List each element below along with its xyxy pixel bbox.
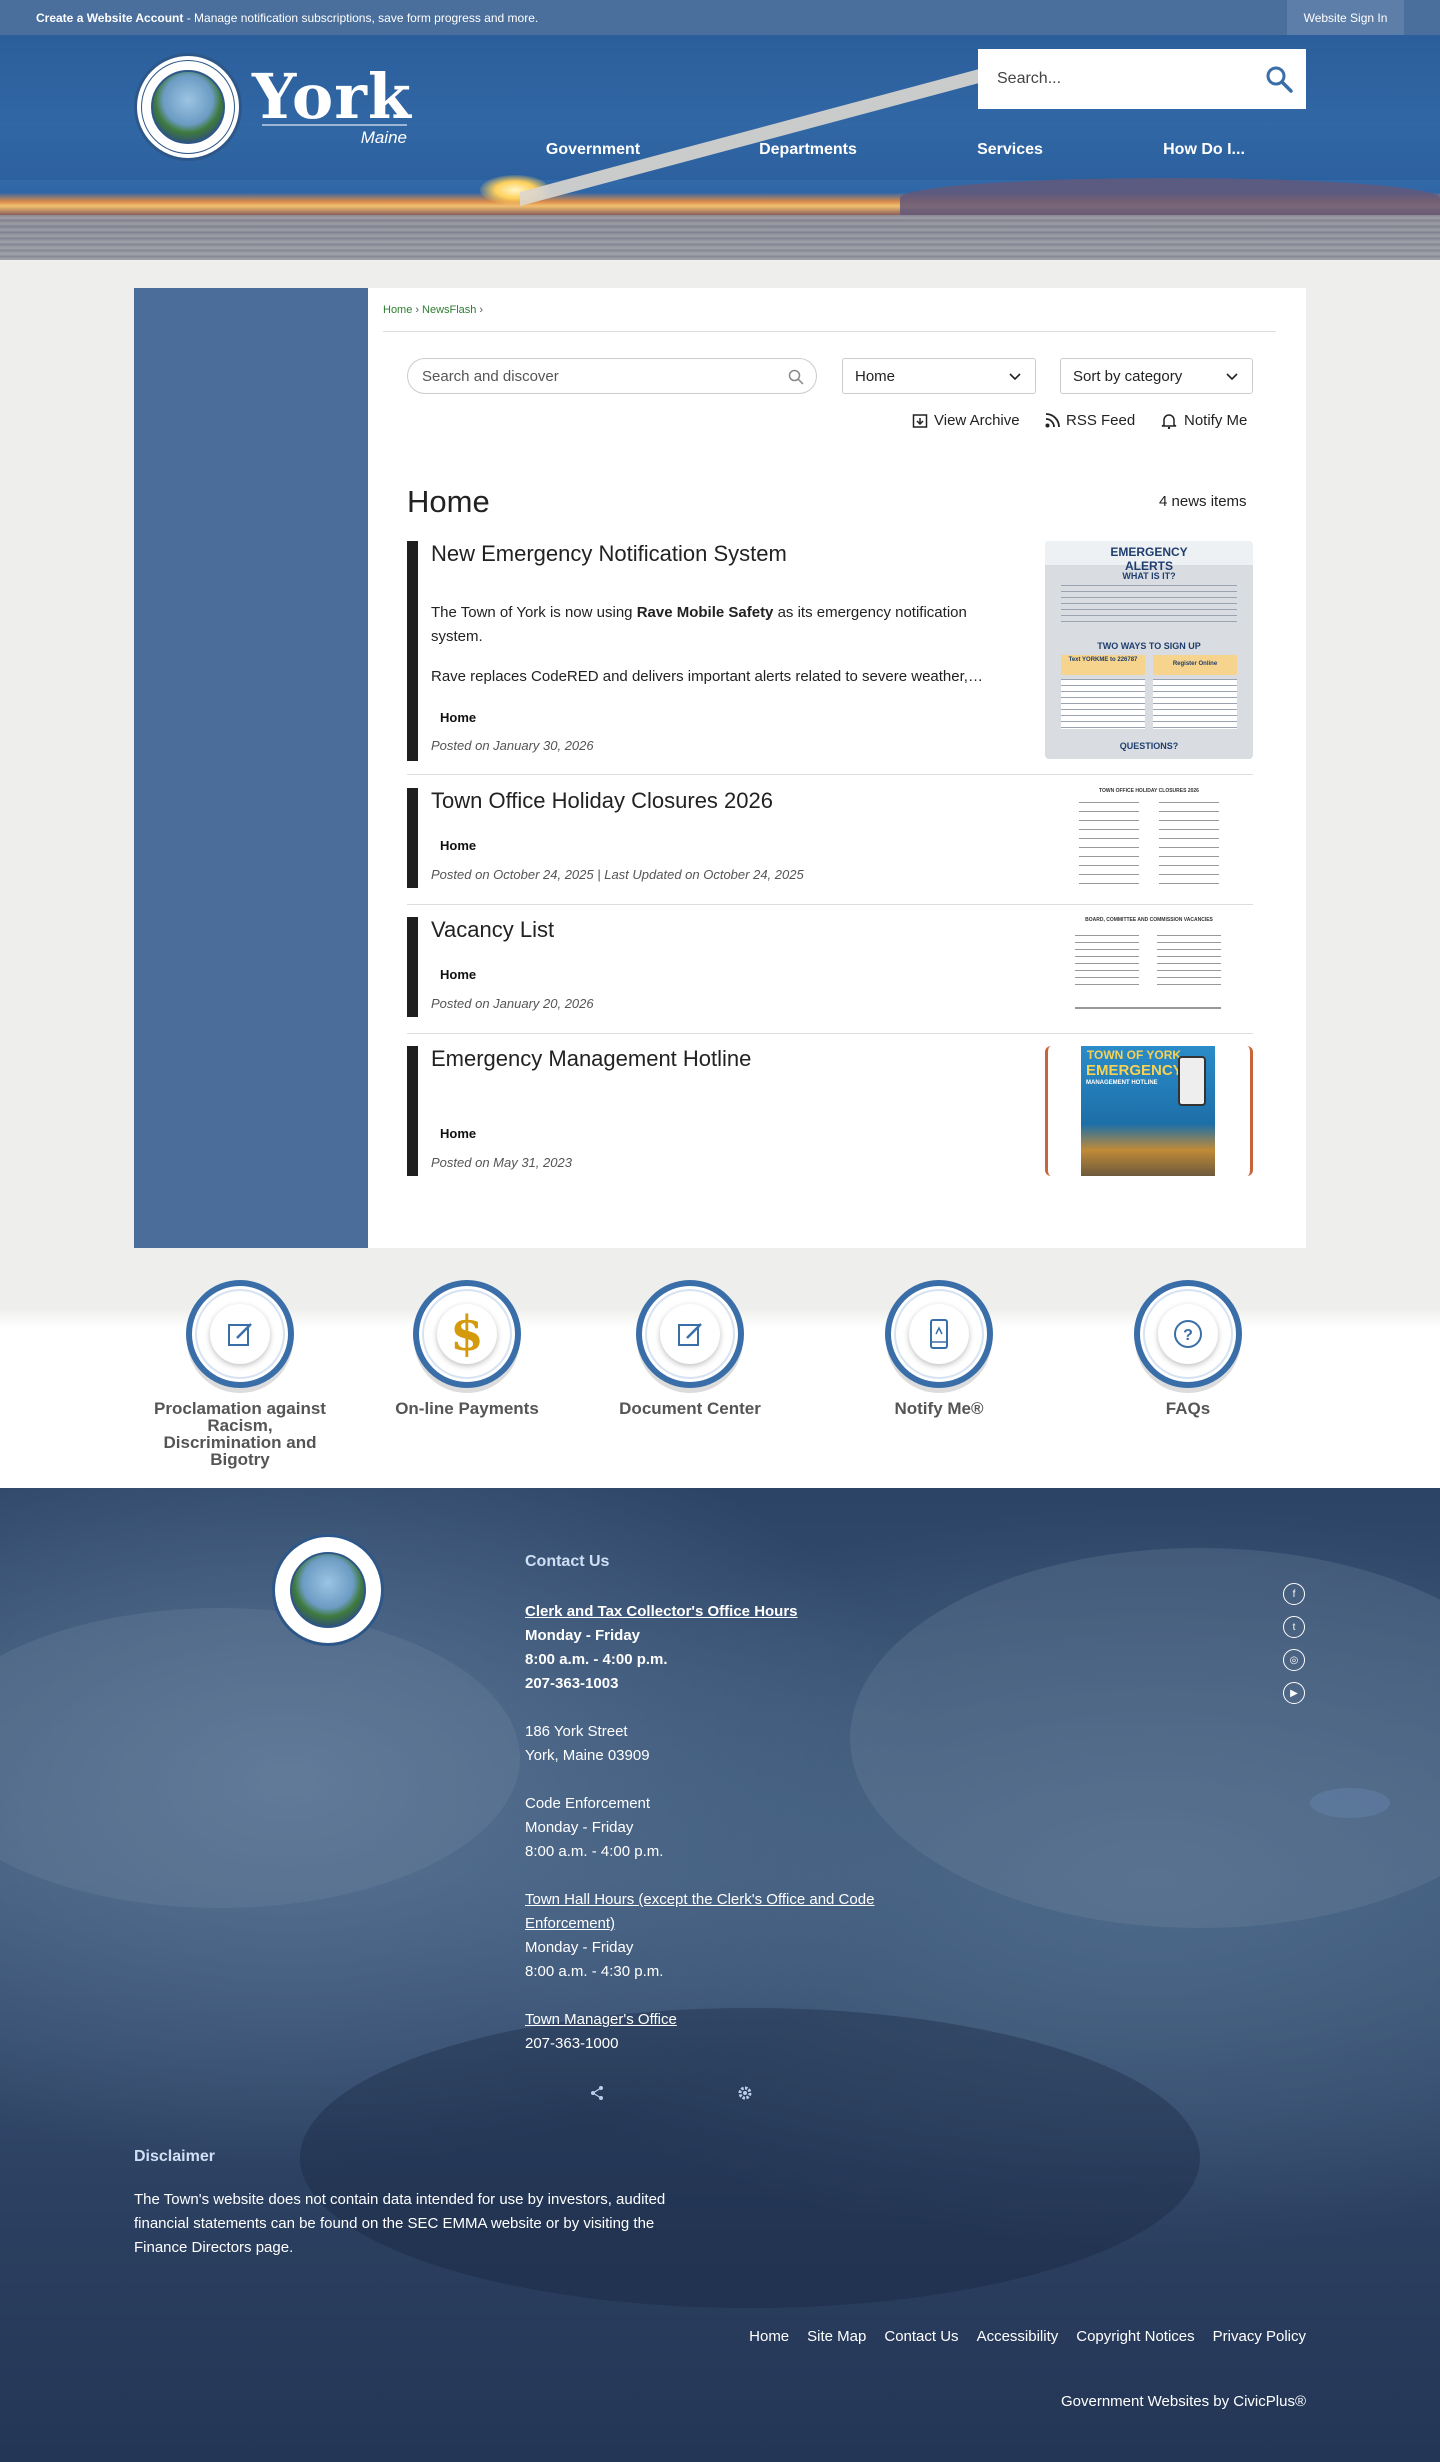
- quick-links: Proclamation against Racism, Discriminat…: [0, 1248, 1440, 1488]
- question-icon: ?: [1174, 1320, 1202, 1348]
- archive-icon: [912, 413, 928, 428]
- news-item: Town Office Holiday Closures 2026 Home P…: [407, 788, 1253, 905]
- quicklink-document-center[interactable]: Document Center: [600, 1280, 780, 1417]
- logo-title: York: [252, 60, 412, 133]
- view-archive-link[interactable]: View Archive: [912, 412, 1020, 429]
- footer-links: Home Site Map Contact Us Accessibility C…: [749, 2328, 1306, 2345]
- nav-how-do-i[interactable]: How Do I...: [1163, 141, 1245, 159]
- news-item: Emergency Management Hotline Home Posted…: [407, 1046, 1253, 1176]
- footer-link-home[interactable]: Home: [749, 2328, 789, 2345]
- quicklink-notify-me[interactable]: Notify Me®: [849, 1280, 1029, 1417]
- footer-link-privacy[interactable]: Privacy Policy: [1213, 2328, 1306, 2345]
- phone-icon: [930, 1319, 948, 1349]
- news-thumbnail[interactable]: EMERGENCY ALERTS WHAT IS IT? TWO WAYS TO…: [1045, 541, 1253, 759]
- create-account-message[interactable]: Create a Website Account - Manage notifi…: [36, 11, 538, 25]
- edit-icon: [678, 1323, 702, 1346]
- news-title[interactable]: Emergency Management Hotline: [431, 1046, 751, 1072]
- news-title[interactable]: New Emergency Notification System: [431, 541, 787, 567]
- civicplus-credit[interactable]: Government Websites by CivicPlus®: [1061, 2393, 1306, 2410]
- town-hall-hours-link[interactable]: Town Hall Hours (except the Clerk's Offi…: [525, 1888, 945, 1936]
- town-manager-link[interactable]: Town Manager's Office: [525, 2008, 945, 2032]
- svg-text:?: ?: [1183, 1327, 1193, 1344]
- chevron-down-icon: [1009, 373, 1021, 381]
- discover-search-input[interactable]: Search and discover: [407, 358, 817, 394]
- left-sidebar: [134, 288, 368, 1248]
- contact-us-block: Contact Us Clerk and Tax Collector's Off…: [525, 1550, 945, 2056]
- footer-link-contact-us[interactable]: Contact Us: [884, 2328, 958, 2345]
- top-account-bar: Create a Website Account - Manage notifi…: [0, 0, 1440, 35]
- youtube-icon[interactable]: ▶: [1283, 1682, 1305, 1704]
- news-category[interactable]: Home: [440, 967, 476, 982]
- news-summary: The Town of York is now using Rave Mobil…: [431, 604, 967, 645]
- clerk-hours-link[interactable]: Clerk and Tax Collector's Office Hours: [525, 1600, 945, 1624]
- site-search-input[interactable]: Search...: [978, 49, 1306, 109]
- news-thumbnail[interactable]: TOWN OF YORK EMERGENCY MANAGEMENT HOTLIN…: [1045, 1046, 1253, 1176]
- breadcrumb-home[interactable]: Home: [383, 304, 412, 316]
- main-navigation: Government Departments Services How Do I…: [0, 131, 1440, 171]
- footer-link-site-map[interactable]: Site Map: [807, 2328, 866, 2345]
- quicklink-online-payments[interactable]: $ On-line Payments: [377, 1280, 557, 1417]
- news-category[interactable]: Home: [440, 838, 476, 853]
- disclaimer-text: The Town's website does not contain data…: [134, 2191, 666, 2256]
- gear-icon[interactable]: [737, 2085, 753, 2101]
- news-posted-date: Posted on May 31, 2023: [431, 1155, 572, 1170]
- share-icon[interactable]: [589, 2085, 605, 2101]
- rss-icon: [1045, 413, 1060, 428]
- site-footer: Contact Us Clerk and Tax Collector's Off…: [0, 1488, 1440, 2462]
- news-title[interactable]: Town Office Holiday Closures 2026: [431, 788, 773, 814]
- nav-services[interactable]: Services: [977, 141, 1043, 159]
- news-posted-date: Posted on January 30, 2026: [431, 738, 594, 753]
- disclaimer-heading: Disclaimer: [134, 2148, 215, 2165]
- dollar-icon: $: [437, 1304, 497, 1364]
- news-posted-date: Posted on January 20, 2026: [431, 996, 594, 1011]
- quicklink-faqs[interactable]: ? FAQs: [1098, 1280, 1278, 1417]
- instagram-icon[interactable]: ◎: [1283, 1649, 1305, 1671]
- notify-me-link[interactable]: Notify Me: [1160, 412, 1247, 429]
- news-item: Vacancy List Home Posted on January 20, …: [407, 917, 1253, 1034]
- news-thumbnail[interactable]: TOWN OFFICE HOLIDAY CLOSURES 2026: [1045, 788, 1253, 888]
- footer-town-seal-icon: [272, 1534, 384, 1646]
- facebook-icon[interactable]: f: [1283, 1583, 1305, 1605]
- sort-select[interactable]: Sort by category: [1060, 358, 1253, 394]
- section-title: Home: [407, 484, 490, 519]
- news-summary-2: Rave replaces CodeRED and delivers impor…: [431, 668, 983, 685]
- chevron-down-icon: [1226, 373, 1238, 381]
- quicklink-proclamation[interactable]: Proclamation against Racism, Discriminat…: [150, 1280, 330, 1468]
- news-count: 4 news items: [1159, 493, 1247, 510]
- news-category[interactable]: Home: [440, 710, 476, 725]
- news-posted-date: Posted on October 24, 2025 | Last Update…: [431, 867, 804, 882]
- website-sign-in-button[interactable]: Website Sign In: [1287, 0, 1404, 35]
- nav-departments[interactable]: Departments: [759, 141, 857, 159]
- nav-government[interactable]: Government: [546, 141, 640, 159]
- search-icon[interactable]: [788, 369, 804, 385]
- footer-link-accessibility[interactable]: Accessibility: [977, 2328, 1059, 2345]
- rss-feed-link[interactable]: RSS Feed: [1045, 412, 1135, 429]
- edit-icon: [228, 1323, 252, 1346]
- bell-icon: [1161, 413, 1177, 429]
- search-icon[interactable]: [1264, 64, 1294, 94]
- breadcrumb-newsflash[interactable]: NewsFlash: [422, 304, 476, 316]
- main-content: Home › NewsFlash › Search and discover Home…: [134, 288, 1306, 1248]
- category-select[interactable]: Home: [842, 358, 1036, 394]
- breadcrumb: Home › NewsFlash ›: [383, 304, 484, 316]
- news-item: New Emergency Notification System The To…: [407, 541, 1253, 775]
- footer-link-copyright[interactable]: Copyright Notices: [1076, 2328, 1194, 2345]
- news-title[interactable]: Vacancy List: [431, 917, 554, 943]
- news-thumbnail[interactable]: BOARD, COMMITTEE AND COMMISSION VACANCIE…: [1045, 917, 1253, 1017]
- contact-heading: Contact Us: [525, 1553, 610, 1570]
- news-category[interactable]: Home: [440, 1126, 476, 1141]
- twitter-icon[interactable]: t: [1283, 1616, 1305, 1638]
